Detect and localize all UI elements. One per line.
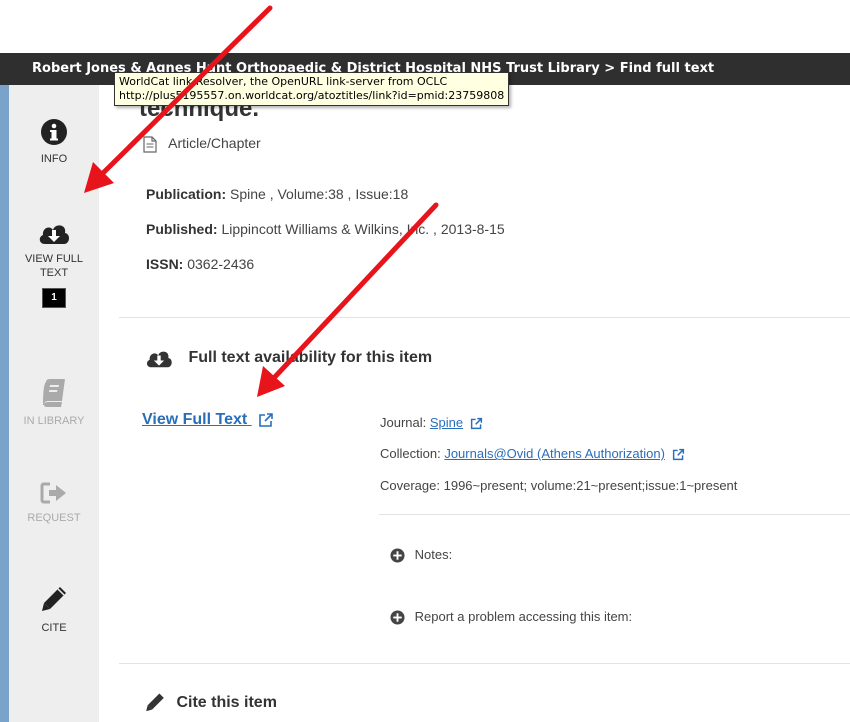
journal-link[interactable]: Spine — [430, 415, 463, 430]
window-edge — [0, 85, 9, 722]
published-label: Published: — [146, 221, 218, 237]
sidebar-item-cite[interactable]: CITE — [9, 585, 99, 635]
publication-label: Publication: — [146, 186, 227, 202]
pencil-icon — [42, 587, 66, 611]
sidebar-item-view-full-text[interactable]: VIEW FULL TEXT 1 — [9, 220, 99, 308]
journal-label: Journal: — [380, 415, 427, 430]
issn-row: ISSN: 0362-2436 — [146, 256, 254, 272]
document-icon — [143, 136, 157, 153]
publication-row: Publication: Spine , Volume:38 , Issue:1… — [146, 186, 408, 202]
sidebar-item-in-library[interactable]: IN LIBRARY — [9, 378, 99, 428]
coverage-row: Coverage: 1996~present; volume:21~presen… — [380, 478, 737, 493]
count-badge: 1 — [42, 288, 66, 308]
sidebar-item-label: VIEW FULL TEXT — [24, 253, 84, 279]
divider — [119, 317, 850, 318]
tooltip-url: http://plus5195557.on.worldcat.org/atozt… — [119, 89, 505, 102]
published-value: Lippincott Williams & Wilkins, Inc. , 20… — [221, 221, 505, 237]
issn-value: 0362-2436 — [187, 256, 255, 272]
divider — [119, 663, 850, 664]
collection-row: Collection: Journals@Ovid (Athens Author… — [380, 446, 685, 461]
sidebar-item-label: INFO — [40, 153, 68, 165]
plus-circle-icon — [390, 548, 405, 563]
collection-label: Collection: — [380, 446, 441, 461]
collection-link[interactable]: Journals@Ovid (Athens Authorization) — [444, 446, 665, 461]
coverage-value: 1996~present; volume:21~present;issue:1~… — [443, 478, 738, 493]
cloud-download-icon — [146, 351, 172, 368]
coverage-label: Coverage: — [380, 478, 440, 493]
report-problem-toggle[interactable]: Report a problem accessing this item: — [390, 609, 632, 625]
request-icon — [40, 482, 66, 504]
view-full-text-label: View Full Text — [142, 411, 248, 428]
sidebar-item-info[interactable]: INFO — [9, 118, 99, 166]
fulltext-heading: Full text availability for this item — [144, 347, 432, 369]
external-link-icon[interactable] — [672, 448, 685, 461]
view-full-text-link[interactable]: View Full Text — [142, 411, 274, 429]
external-link-icon[interactable] — [470, 417, 483, 430]
external-link-icon — [258, 412, 273, 427]
sidebar-item-label: REQUEST — [27, 512, 81, 524]
sidebar-item-request[interactable]: REQUEST — [9, 481, 99, 525]
notes-label: Notes: — [414, 547, 453, 562]
cloud-download-icon — [39, 225, 70, 244]
issn-label: ISSN: — [146, 256, 184, 272]
record-detail: technique. Article/Chapter Publication: … — [99, 85, 850, 722]
divider — [379, 514, 850, 515]
sidebar-item-label: CITE — [41, 622, 67, 634]
record-type: Article/Chapter — [143, 135, 261, 153]
plus-circle-icon — [390, 610, 405, 625]
book-icon — [43, 379, 65, 407]
journal-row: Journal: Spine — [380, 415, 483, 430]
tooltip-title: WorldCat link Resolver, the OpenURL link… — [119, 75, 448, 88]
report-problem-label: Report a problem accessing this item: — [414, 609, 633, 624]
publication-value: Spine , Volume:38 , Issue:18 — [230, 186, 409, 202]
cite-heading-text: Cite this item — [176, 694, 277, 712]
pencil-icon — [146, 693, 164, 712]
link-tooltip: WorldCat link Resolver, the OpenURL link… — [114, 72, 510, 106]
fulltext-heading-text: Full text availability for this item — [188, 349, 433, 367]
notes-toggle[interactable]: Notes: — [390, 547, 452, 563]
sidebar: INFO VIEW FULL TEXT 1 IN LIBRARY REQUEST — [9, 85, 99, 722]
cite-heading: Cite this item — [144, 692, 277, 714]
record-type-label: Article/Chapter — [168, 135, 261, 151]
published-row: Published: Lippincott Williams & Wilkins… — [146, 221, 505, 237]
info-icon — [41, 119, 67, 145]
sidebar-item-label: IN LIBRARY — [23, 415, 85, 427]
